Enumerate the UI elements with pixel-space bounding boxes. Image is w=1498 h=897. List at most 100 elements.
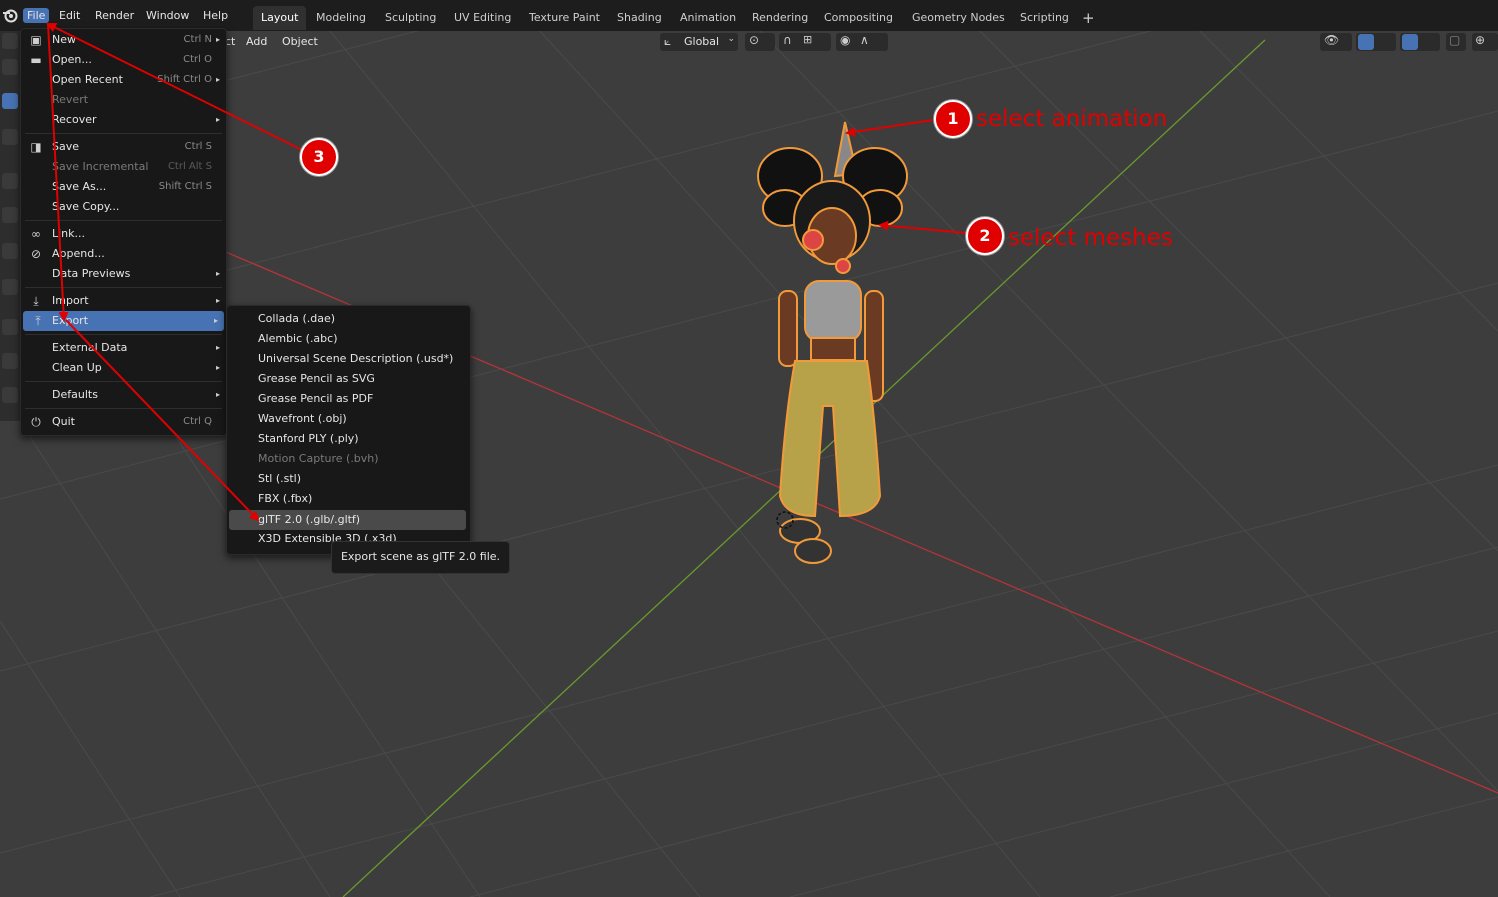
tab-rendering[interactable]: Rendering [744, 6, 816, 30]
menu-render[interactable]: Render [95, 9, 134, 22]
tool-rotate-icon[interactable] [2, 129, 18, 145]
export-gltf[interactable]: glTF 2.0 (.glb/.gltf) [229, 510, 466, 530]
submenu-arrow-icon: ▸ [215, 363, 220, 372]
header-menu-object[interactable]: Object [282, 35, 318, 48]
annotation-badge-3: 3 [300, 138, 338, 176]
export-motion-capture-bvh[interactable]: Motion Capture (.bvh) [227, 449, 470, 469]
menu-separator [25, 408, 222, 409]
tab-compositing[interactable]: Compositing [816, 6, 901, 30]
tool-scale-icon[interactable] [2, 173, 18, 189]
menu-item-recover[interactable]: Recover ▸ [21, 110, 226, 130]
tool-transform-icon[interactable] [2, 207, 18, 223]
export-item-label: Universal Scene Description (.usd*) [258, 352, 454, 365]
tab-layout[interactable]: Layout [253, 6, 307, 30]
orientation-value: Global [684, 35, 720, 48]
tool-move-icon[interactable] [2, 93, 18, 109]
export-grease-pencil-pdf[interactable]: Grease Pencil as PDF [227, 389, 470, 409]
menu-item-label: Defaults [52, 388, 98, 401]
submenu-arrow-icon: ▸ [215, 269, 220, 278]
visibility-dropdown[interactable]: 👁 [1320, 33, 1352, 51]
submenu-arrow-icon: ▸ [215, 343, 220, 352]
menu-item-label: Import [52, 294, 89, 307]
eye-icon: 👁 [1324, 33, 1340, 47]
tab-modeling[interactable]: Modeling [308, 6, 374, 30]
menu-window[interactable]: Window [146, 9, 189, 22]
top-bar: File Edit Render Window Help Layout Mode… [0, 0, 1498, 31]
tab-texture-paint[interactable]: Texture Paint [521, 6, 608, 30]
tool-add-cube-icon[interactable] [2, 387, 18, 403]
blender-logo-icon[interactable] [2, 7, 18, 23]
menu-item-label: New [52, 33, 76, 46]
tool-cursor-icon[interactable] [2, 33, 18, 49]
menu-edit[interactable]: Edit [59, 9, 80, 22]
export-collada[interactable]: Collada (.dae) [227, 309, 470, 329]
export-wavefront-obj[interactable]: Wavefront (.obj) [227, 409, 470, 429]
tab-shading[interactable]: Shading [609, 6, 670, 30]
export-fbx[interactable]: FBX (.fbx) [227, 489, 470, 509]
tab-animation[interactable]: Animation [672, 6, 744, 30]
menu-item-external-data[interactable]: External Data ▸ [21, 338, 226, 358]
menu-separator [25, 220, 222, 221]
shortcut-label: Shift Ctrl S [158, 181, 212, 192]
menu-item-open[interactable]: ▬ Open... Ctrl O [21, 50, 226, 70]
menu-item-export[interactable]: ⤒ Export ▸ [23, 311, 224, 331]
menu-item-save-incremental[interactable]: Save Incremental Ctrl Alt S [21, 157, 226, 177]
shading-wireframe-button[interactable]: ⊕ [1472, 33, 1498, 51]
snap-toggle[interactable]: ∩ ⊞ [779, 33, 831, 51]
xray-toggle[interactable]: ▢ [1446, 33, 1466, 51]
pivot-point-dropdown[interactable]: ⊙ [745, 33, 775, 51]
menu-item-label: Export [52, 314, 89, 327]
annotation-badge-2: 2 [966, 217, 1004, 255]
submenu-arrow-icon: ▸ [215, 296, 220, 305]
menu-item-label: Save Copy... [52, 200, 120, 213]
tab-uv-editing[interactable]: UV Editing [446, 6, 519, 30]
menu-item-label: Save As... [52, 180, 107, 193]
tool-ruler-icon[interactable] [2, 353, 18, 369]
menu-item-save-copy[interactable]: Save Copy... [21, 197, 226, 217]
menu-item-label: Clean Up [52, 361, 102, 374]
export-icon: ⤒ [35, 314, 41, 328]
menu-item-save-as[interactable]: Save As... Shift Ctrl S [21, 177, 226, 197]
submenu-arrow-icon: ▸ [215, 35, 220, 44]
export-stanford-ply[interactable]: Stanford PLY (.ply) [227, 429, 470, 449]
menu-item-append[interactable]: ⊘ Append... [21, 244, 226, 264]
menu-item-quit[interactable]: ⏻ Quit Ctrl Q [21, 412, 226, 432]
menu-item-label: Save [52, 140, 80, 153]
character-model[interactable] [735, 116, 935, 576]
tab-geometry-nodes[interactable]: Geometry Nodes [904, 6, 1013, 30]
menu-item-import[interactable]: ⤓ Import ▸ [21, 291, 226, 311]
menu-item-label: Recover [52, 113, 97, 126]
tab-scripting[interactable]: Scripting [1012, 6, 1077, 30]
menu-item-label: Link... [52, 227, 86, 240]
export-alembic[interactable]: Alembic (.abc) [227, 329, 470, 349]
tool-select-box-icon[interactable] [2, 59, 18, 75]
tool-measure-icon[interactable] [2, 279, 18, 295]
menu-item-open-recent[interactable]: Open Recent Shift Ctrl O ▸ [21, 70, 226, 90]
menu-item-new[interactable]: ▣ New Ctrl N ▸ [21, 30, 226, 50]
menu-item-revert[interactable]: Revert [21, 90, 226, 110]
tool-annotate-icon[interactable] [2, 243, 18, 259]
proportional-icon: ◉ [840, 33, 851, 47]
overlays-toggle[interactable] [1400, 33, 1440, 51]
menu-item-link[interactable]: ∞ Link... [21, 224, 226, 244]
menu-item-defaults[interactable]: Defaults ▸ [21, 385, 226, 405]
menu-file[interactable]: File [23, 8, 50, 23]
export-item-label: Stanford PLY (.ply) [258, 432, 359, 445]
header-menu-add[interactable]: Add [246, 35, 267, 48]
tool-pen-icon[interactable] [2, 319, 18, 335]
gizmo-toggle[interactable] [1356, 33, 1396, 51]
menu-item-label: Append... [52, 247, 105, 260]
menu-item-data-previews[interactable]: Data Previews ▸ [21, 264, 226, 284]
menu-help[interactable]: Help [203, 9, 228, 22]
transform-orientation-dropdown[interactable]: ⟀ Global ⌄ [660, 33, 738, 51]
tab-sculpting[interactable]: Sculpting [377, 6, 444, 30]
add-workspace-button[interactable]: + [1074, 6, 1103, 30]
annotation-text-1: select animation [976, 106, 1168, 132]
menu-item-clean-up[interactable]: Clean Up ▸ [21, 358, 226, 378]
export-stl[interactable]: Stl (.stl) [227, 469, 470, 489]
export-usd[interactable]: Universal Scene Description (.usd*) [227, 349, 470, 369]
proportional-editing-toggle[interactable]: ◉ ∧ [836, 33, 888, 51]
export-grease-pencil-svg[interactable]: Grease Pencil as SVG [227, 369, 470, 389]
menu-item-save[interactable]: ◨ Save Ctrl S [21, 137, 226, 157]
xray-icon: ▢ [1449, 33, 1461, 47]
